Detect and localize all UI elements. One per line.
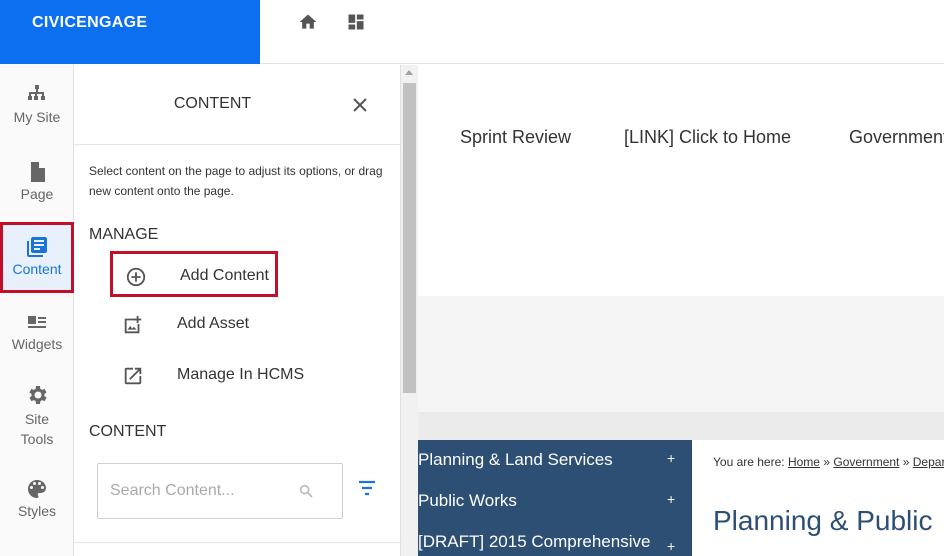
close-button[interactable] bbox=[350, 95, 370, 115]
rail-item-styles[interactable]: Styles bbox=[0, 477, 74, 529]
content-panel: CONTENT Select content on the page to ad… bbox=[74, 65, 401, 556]
breadcrumb-separator: » bbox=[823, 455, 831, 469]
add-asset-button[interactable]: Add Asset bbox=[110, 302, 278, 348]
side-nav-item[interactable]: Public Works + bbox=[418, 481, 692, 521]
content-icon bbox=[27, 237, 47, 257]
expand-icon[interactable]: + bbox=[667, 450, 675, 466]
scroll-up-arrow-icon[interactable] bbox=[405, 70, 413, 75]
rail-label: Page bbox=[20, 186, 54, 202]
manage-in-hcms-button[interactable]: Manage In HCMS bbox=[110, 353, 304, 399]
search-icon[interactable] bbox=[298, 483, 314, 499]
rail-label: Content bbox=[12, 261, 62, 277]
expand-icon[interactable]: + bbox=[667, 491, 675, 507]
external-link-icon bbox=[124, 367, 142, 385]
search-box bbox=[97, 463, 343, 519]
search-input[interactable] bbox=[110, 480, 290, 502]
rail-label: Widgets bbox=[11, 336, 63, 352]
rail-label: My Site bbox=[13, 109, 61, 125]
content-section-label: CONTENT bbox=[89, 423, 167, 440]
filter-icon[interactable] bbox=[357, 480, 377, 496]
rail-label: Site bbox=[24, 411, 50, 427]
breadcrumb-link[interactable]: Government bbox=[833, 455, 899, 469]
gear-icon bbox=[29, 386, 47, 404]
add-circle-icon bbox=[126, 267, 146, 287]
widgets-icon bbox=[28, 316, 46, 328]
sitemap-icon bbox=[28, 85, 45, 100]
add-image-icon bbox=[124, 315, 142, 334]
rail-item-content[interactable]: Content bbox=[0, 222, 74, 293]
brand-header: CIVICENGAGE bbox=[0, 0, 260, 64]
rail-item-my-site[interactable]: My Site bbox=[0, 83, 74, 135]
panel-scrollbar[interactable] bbox=[401, 65, 418, 556]
close-icon bbox=[353, 98, 367, 112]
side-nav-label: [DRAFT] 2015 Comprehensive bbox=[418, 532, 651, 551]
action-label: Manage In HCMS bbox=[177, 366, 305, 383]
scroll-thumb[interactable] bbox=[403, 83, 416, 393]
side-nav-label: Planning & Land Services bbox=[418, 450, 613, 469]
action-label: Add Content bbox=[180, 267, 269, 284]
dashboard-icon[interactable] bbox=[346, 12, 366, 32]
add-content-button[interactable]: Add Content bbox=[110, 251, 278, 297]
site-nav-item[interactable]: Sprint Review bbox=[460, 127, 571, 148]
rail-item-widgets[interactable]: Widgets bbox=[0, 310, 74, 362]
breadcrumb-link[interactable]: Home bbox=[788, 455, 820, 469]
divider-strip bbox=[418, 412, 944, 440]
panel-intro-text: Select content on the page to adjust its… bbox=[89, 164, 383, 198]
site-preview: Sprint Review [LINK] Click to Home Gover… bbox=[418, 65, 944, 556]
breadcrumb-prefix: You are here: bbox=[713, 455, 785, 469]
side-nav-label: Public Works bbox=[418, 491, 517, 510]
rail-item-site-tools[interactable]: Site Tools bbox=[0, 383, 74, 447]
palette-icon bbox=[28, 480, 46, 498]
rail-label: Tools bbox=[20, 431, 54, 447]
page-icon bbox=[31, 162, 45, 182]
site-side-nav: Planning & Land Services + Public Works … bbox=[418, 440, 692, 556]
expand-icon[interactable]: + bbox=[667, 538, 675, 554]
divider bbox=[74, 542, 401, 543]
manage-section-label: MANAGE bbox=[89, 226, 159, 243]
panel-title: CONTENT bbox=[173, 95, 252, 112]
action-label: Add Asset bbox=[177, 315, 250, 332]
side-nav-item[interactable]: [DRAFT] 2015 Comprehensive + bbox=[418, 522, 692, 556]
rail-label: Styles bbox=[17, 503, 57, 519]
breadcrumb: You are here: Home » Government » Depart bbox=[713, 455, 944, 469]
brand-logo[interactable]: CIVICENGAGE bbox=[32, 14, 147, 32]
app-root: CIVICENGAGE My Site Page Content Widgets bbox=[0, 0, 944, 556]
panel-header: CONTENT bbox=[74, 65, 401, 145]
left-rail: My Site Page Content Widgets Site Tools … bbox=[0, 65, 74, 556]
breadcrumb-link[interactable]: Depart bbox=[913, 455, 944, 469]
side-nav-item[interactable]: Planning & Land Services + bbox=[418, 440, 692, 480]
page-heading: Planning & Public bbox=[713, 505, 933, 536]
home-icon[interactable] bbox=[298, 12, 318, 32]
breadcrumb-separator: » bbox=[902, 455, 910, 469]
rail-item-page[interactable]: Page bbox=[0, 160, 74, 212]
top-toolbar bbox=[260, 0, 944, 64]
hero-band bbox=[418, 296, 944, 412]
site-nav-item[interactable]: [LINK] Click to Home bbox=[624, 127, 791, 148]
site-nav-item[interactable]: Government bbox=[849, 127, 944, 148]
